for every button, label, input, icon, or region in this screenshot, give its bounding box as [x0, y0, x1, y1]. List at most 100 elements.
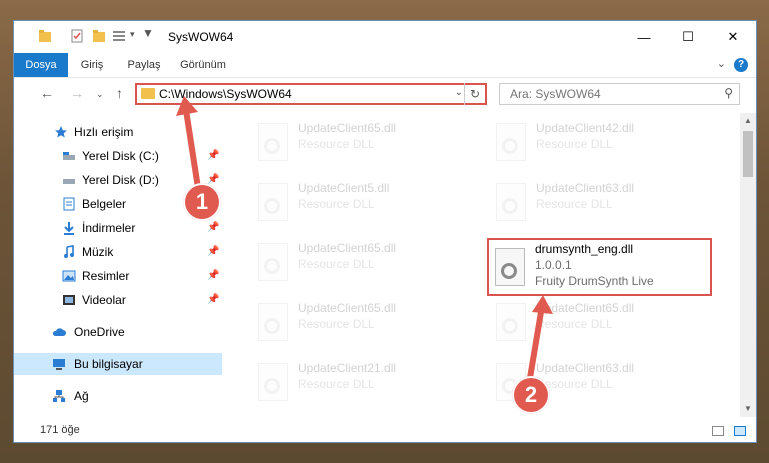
file-name: UpdateClient65.dll — [298, 241, 397, 255]
sidebar-item-label: Yerel Disk (C:) — [82, 149, 159, 163]
up-arrow-icon[interactable]: ↑ — [116, 85, 123, 101]
sidebar-item-label: Ağ — [74, 389, 89, 403]
file-name: UpdateClient65.dll — [536, 301, 635, 315]
step-2-marker: 2 — [512, 376, 550, 414]
sidebar-item-this-pc[interactable]: Bu bilgisayar — [14, 353, 222, 375]
file-list: UpdateClient65.dll Resource DLL UpdateCl… — [224, 113, 740, 417]
tab-share[interactable]: Paylaş — [116, 53, 172, 77]
maximize-button[interactable]: ☐ — [665, 21, 711, 53]
search-box[interactable]: ⚲ — [499, 83, 740, 105]
dll-file-icon — [496, 123, 526, 161]
dll-file-icon — [258, 123, 288, 161]
folder-icon — [141, 88, 155, 99]
sidebar-item-onedrive[interactable]: OneDrive — [14, 321, 222, 343]
dll-file-icon — [495, 248, 525, 286]
file-description: Resource DLL — [298, 377, 375, 391]
scroll-down-icon[interactable]: ▼ — [740, 401, 756, 417]
sidebar-item-pictures[interactable]: Resimler 📌 — [14, 265, 222, 287]
recent-locations-icon[interactable]: ⌄ — [96, 89, 104, 100]
file-item[interactable]: UpdateClient65.dll Resource DLL — [254, 117, 479, 167]
file-item[interactable]: UpdateClient5.dll Resource DLL — [254, 177, 479, 227]
refresh-icon[interactable]: ↻ — [464, 83, 485, 105]
file-item-drumsynth[interactable]: drumsynth_eng.dll 1.0.0.1 Fruity DrumSyn… — [487, 238, 712, 296]
file-item[interactable]: UpdateClient21.dll Resource DLL — [254, 357, 479, 407]
file-description: Fruity DrumSynth Live — [535, 274, 654, 288]
file-description: Resource DLL — [298, 137, 375, 151]
file-name: UpdateClient65.dll — [298, 121, 397, 135]
search-input[interactable] — [508, 86, 712, 102]
back-arrow-icon[interactable]: ← — [40, 85, 54, 101]
large-icons-view-icon[interactable] — [734, 426, 746, 436]
file-version: 1.0.0.1 — [535, 258, 572, 272]
file-item[interactable]: UpdateClient65.dll Resource DLL — [254, 237, 479, 287]
new-folder-icon[interactable] — [92, 29, 106, 43]
sidebar-item-music[interactable]: Müzik 📌 — [14, 241, 222, 263]
customize-toolbar-icon[interactable]: ▾ — [130, 29, 135, 40]
scrollbar-thumb[interactable] — [743, 131, 753, 177]
file-item[interactable]: UpdateClient63.dll Resource DLL — [492, 177, 717, 227]
minimize-button[interactable]: — — [621, 21, 667, 53]
dll-file-icon — [258, 363, 288, 401]
sidebar-item-quick-access[interactable]: Hızlı erişim — [14, 121, 222, 143]
sidebar-item-label: Belgeler — [82, 197, 127, 211]
video-icon — [63, 295, 75, 305]
tab-file[interactable]: Dosya — [14, 53, 68, 77]
step-1-marker: 1 — [183, 183, 221, 221]
dll-file-icon — [258, 243, 288, 281]
file-description: Resource DLL — [536, 137, 613, 151]
pin-icon[interactable]: 📌 — [207, 217, 219, 239]
pin-icon[interactable]: 📌 — [207, 145, 219, 167]
file-name: UpdateClient63.dll — [536, 361, 635, 375]
navigation-bar: ← → ⌄ ↑ C:\Windows\SysWOW64 ⌄ ↻ ⚲ — [14, 78, 756, 112]
download-icon — [64, 222, 74, 235]
sidebar-item-videos[interactable]: Videolar 📌 — [14, 289, 222, 311]
pictures-icon — [62, 270, 76, 282]
ribbon: Dosya Giriş Paylaş Görünüm ⌄ ? — [14, 53, 756, 78]
tab-home[interactable]: Giriş — [68, 53, 116, 77]
scroll-up-icon[interactable]: ▲ — [740, 113, 756, 129]
pin-icon[interactable]: 📌 — [207, 241, 219, 263]
file-item[interactable]: UpdateClient65.dll Resource DLL — [492, 297, 717, 347]
address-path: C:\Windows\SysWOW64 — [159, 87, 292, 101]
sidebar-item-downloads[interactable]: İndirmeler 📌 — [14, 217, 222, 239]
sidebar-item-network[interactable]: Ağ — [14, 385, 222, 407]
file-description: Resource DLL — [536, 197, 613, 211]
close-icon: ✕ — [727, 29, 739, 44]
address-dropdown-icon[interactable]: ⌄ — [455, 87, 463, 98]
sidebar-item-label: Müzik — [82, 245, 114, 259]
details-view-icon[interactable] — [712, 426, 724, 436]
file-name: UpdateClient5.dll — [298, 181, 390, 195]
pin-icon[interactable]: 📌 — [207, 289, 219, 311]
file-item[interactable]: UpdateClient42.dll Resource DLL — [492, 117, 717, 167]
sidebar-item-label: Bu bilgisayar — [74, 357, 143, 371]
file-name: UpdateClient63.dll — [536, 181, 635, 195]
search-icon[interactable]: ⚲ — [724, 86, 733, 100]
document-icon — [63, 197, 75, 211]
sidebar-item-label: Resimler — [82, 269, 130, 283]
music-icon — [64, 245, 74, 258]
drive-icon — [63, 179, 75, 184]
maximize-icon: ☐ — [682, 29, 694, 44]
window-title: SysWOW64 — [168, 30, 234, 44]
tab-view[interactable]: Görünüm — [172, 53, 234, 77]
drive-icon — [63, 152, 75, 160]
sidebar-item-label: OneDrive — [74, 325, 125, 339]
navigation-pane: Hızlı erişim Yerel Disk (C:) 📌 Yerel Dis… — [14, 113, 222, 417]
file-description: Resource DLL — [298, 317, 375, 331]
view-options-icon[interactable] — [112, 29, 126, 43]
help-icon[interactable]: ? — [734, 58, 748, 72]
file-description: Resource DLL — [536, 317, 613, 331]
sidebar-item-label: Yerel Disk (D:) — [82, 173, 159, 187]
vertical-scrollbar[interactable]: ▲ ▼ — [740, 113, 756, 417]
item-count: 171 öğe — [40, 424, 80, 436]
pin-icon[interactable]: 📌 — [207, 265, 219, 287]
cloud-icon — [52, 328, 66, 336]
properties-icon[interactable] — [70, 29, 84, 43]
address-bar[interactable]: C:\Windows\SysWOW64 ⌄ ↻ — [135, 83, 487, 105]
forward-arrow-icon[interactable]: → — [70, 85, 84, 101]
sidebar-item-local-disk-c[interactable]: Yerel Disk (C:) 📌 — [14, 145, 222, 167]
file-item[interactable]: UpdateClient65.dll Resource DLL — [254, 297, 479, 347]
expand-ribbon-icon[interactable]: ⌄ — [717, 57, 726, 70]
folder-icon[interactable] — [38, 29, 52, 43]
close-button[interactable]: ✕ — [710, 21, 756, 53]
